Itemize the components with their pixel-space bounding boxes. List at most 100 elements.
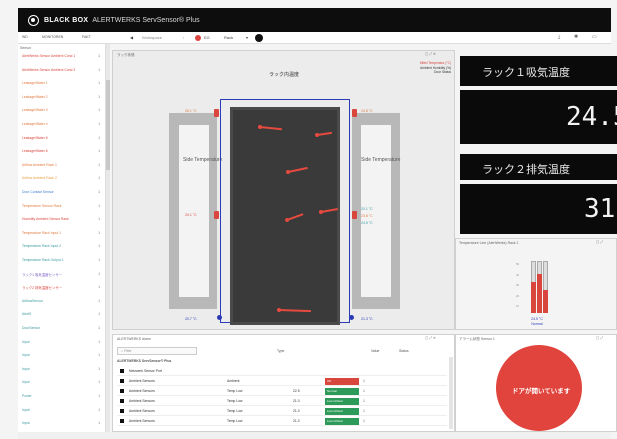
- sidebar-item-count: 1: [98, 54, 100, 58]
- sidebar-item[interactable]: Input 1: [22, 353, 104, 361]
- sidebar-item[interactable]: Leakage/Water 4 1: [22, 122, 104, 130]
- sidebar-item[interactable]: Door Contact Sensor 1: [22, 190, 104, 198]
- temp-value-box-2: 31.: [460, 184, 617, 234]
- chevron-down-icon[interactable]: ▾: [246, 35, 248, 40]
- sidebar-item[interactable]: Leakage/Water 5 1: [22, 136, 104, 144]
- sidebar-item[interactable]: Temperature Rack Output 1 1: [22, 258, 104, 266]
- menu-tab-fakt[interactable]: FAKT: [82, 35, 91, 39]
- app-window: BLACK BOX ALERTWERKS ServSensor® Plus WD…: [0, 0, 617, 439]
- left-door-label: Side Temperature: [183, 157, 223, 163]
- sidebar-item[interactable]: AirflowSensor 1: [22, 299, 104, 307]
- cell-name: Ambient Sensors: [129, 379, 155, 383]
- table-row[interactable]: Ambient Sensors Temp Low 21.0 Low Critical 1: [117, 397, 447, 406]
- rack-cabinet[interactable]: [230, 107, 340, 325]
- table-row[interactable]: Ambient Sensors Ambient OK 1: [117, 377, 447, 386]
- cell-count: 1: [363, 409, 365, 413]
- rack-panel-header: ラック状態: [117, 53, 135, 57]
- product-name: ALERTWERKS ServSensor® Plus: [92, 16, 200, 24]
- menu-tab-monitoren[interactable]: MONITOREN: [42, 35, 63, 39]
- sidebar-item[interactable]: AlertWerks Sensor Ambient Cond 1 1: [22, 54, 104, 62]
- alarm-panel-header: アラーム状態 Sensor 1: [459, 337, 495, 341]
- sidebar-item[interactable]: Temperature Rack Input 2 1: [22, 244, 104, 252]
- sidebar-item[interactable]: Temperature Sensor Rack 1: [22, 204, 104, 212]
- sensor-reading: 21.3 °C: [361, 317, 373, 321]
- sidebar-scroll-thumb[interactable]: [106, 80, 110, 170]
- table-row[interactable]: Ambient Sensors Temp Low 21.0 Low Critical 1: [117, 417, 447, 426]
- sidebar-item-label: Temperature Sensor Rack: [22, 203, 62, 208]
- sidebar-item[interactable]: Humidity Ambient Sensor Rack 1: [22, 217, 104, 225]
- table-scrollbar[interactable]: [449, 357, 453, 429]
- right-door-inner: [361, 125, 391, 297]
- sidebar-item[interactable]: Leakage/Water 2 1: [22, 95, 104, 103]
- sidebar-item[interactable]: ラック1 吸気温度センサー 1: [22, 272, 104, 280]
- col-header-status[interactable]: Status: [399, 349, 409, 353]
- sidebar-item-count: 1: [98, 122, 100, 126]
- row-marker-icon: [120, 389, 124, 393]
- sidebar-item[interactable]: Airflow Ambient Rack 2 1: [22, 176, 104, 184]
- temperature-sensor-icon[interactable]: [352, 211, 357, 219]
- rack-selector[interactable]: Rack: [224, 35, 233, 40]
- sidebar-item[interactable]: Power 1: [22, 394, 104, 402]
- title-bar: BLACK BOX ALERTWERKS ServSensor® Plus: [18, 8, 611, 32]
- cell-count: 1: [363, 389, 365, 393]
- sidebar-item[interactable]: Input 1: [22, 408, 104, 416]
- sidebar-item-label: Leakage/Water 4: [22, 122, 48, 126]
- back-arrow-icon[interactable]: ◀: [130, 35, 133, 40]
- sidebar-item[interactable]: Input 1: [22, 380, 104, 388]
- user-avatar-icon[interactable]: [255, 34, 263, 42]
- sidebar-item-label: Leakage/Water 2: [22, 94, 48, 99]
- gauge-fill: [543, 289, 548, 313]
- sidebar-item-count: 1: [98, 407, 100, 412]
- table-row[interactable]: Ambient Sensors Temp Low 21.0 Low Critical 1: [117, 407, 447, 416]
- table-row[interactable]: Ambient Sensors Temp Low 22.5 Normal 1: [117, 387, 447, 396]
- panel-controls[interactable]: ▢ ⤢: [596, 240, 603, 244]
- download-icon[interactable]: ⤓: [558, 34, 560, 40]
- sidebar-item[interactable]: Airflow Ambient Rack 1 1: [22, 163, 104, 171]
- row-marker-icon: [120, 409, 124, 413]
- sidebar-item[interactable]: Input 1: [22, 421, 104, 429]
- temp-label-1: ラック１吸気温度: [482, 67, 570, 79]
- col-header-value[interactable]: Value: [371, 349, 379, 353]
- gauge-scale-tick: 40: [516, 272, 520, 277]
- alert-dot-icon: [195, 35, 201, 41]
- col-header-type[interactable]: Type: [277, 349, 284, 353]
- cell-count: 1: [363, 419, 365, 423]
- panel-controls[interactable]: ▢ ⤢: [596, 336, 603, 340]
- sidebar-item-label: Power: [22, 394, 32, 398]
- sidebar-item[interactable]: Input 1: [22, 340, 104, 348]
- panel-controls[interactable]: ▢ ⤢ ✕: [425, 336, 436, 340]
- sidebar-item-count: 1: [98, 176, 100, 181]
- sidebar-item-label: DoorSensor: [22, 326, 41, 330]
- sidebar-item[interactable]: Temperature Rack Input 1 1: [22, 231, 104, 239]
- table-row[interactable]: Netzwerk Sensor Port: [117, 367, 447, 376]
- sidebar-item-count: 1: [98, 108, 100, 113]
- table-group-title: ALERTWERKS ServSensor® Plus: [117, 359, 172, 363]
- sidebar-item[interactable]: AlertWerks Sensor Ambient Cond 2 1: [22, 68, 104, 76]
- window-icon[interactable]: ▭: [592, 34, 597, 40]
- menu-tab-wd[interactable]: WD: [22, 35, 28, 39]
- sidebar-item[interactable]: ラック2 排気温度センサー 1: [22, 285, 104, 293]
- sidebar-item[interactable]: Input 1: [22, 367, 104, 375]
- gauge-panel: Temperature Line (AlertWerks) Rack 1 ▢ ⤢…: [455, 238, 617, 330]
- gear-icon[interactable]: ✱: [574, 34, 578, 40]
- sidebar-item[interactable]: Leakage/Water 1 1: [22, 81, 104, 89]
- sidebar-item[interactable]: Leakage/Water 3 1: [22, 108, 104, 116]
- sidebar-item-count: 1: [98, 81, 100, 86]
- temperature-sensor-icon[interactable]: [214, 211, 219, 219]
- sensor-reading: 20.1 °C: [361, 207, 373, 211]
- breadcrumb[interactable]: Workspace: [142, 35, 162, 40]
- sidebar-item[interactable]: DoorSensor 1: [22, 326, 104, 334]
- panel-controls[interactable]: ▢ ⤢ ✕: [425, 52, 436, 56]
- temperature-sensor-icon[interactable]: [214, 109, 219, 117]
- status-count[interactable]: EG: [204, 35, 210, 40]
- temperature-sensor-icon[interactable]: [352, 109, 357, 117]
- sidebar-item-label: Leakage/Water 6: [22, 149, 48, 154]
- right-door-label: Side Temperature: [361, 157, 401, 163]
- table-filter-input[interactable]: ⌕ Filter: [117, 347, 197, 355]
- sidebar-item[interactable]: Leakage/Water 6 1: [22, 149, 104, 157]
- sidebar-item-count: 1: [98, 271, 100, 276]
- sidebar-item-label: Humidity Ambient Sensor Rack: [22, 217, 69, 222]
- gauge-scale-tick: 30: [516, 283, 520, 287]
- sidebar-item[interactable]: AlertS 1: [22, 312, 104, 320]
- sensor-reading: 26.1 °C: [185, 109, 197, 113]
